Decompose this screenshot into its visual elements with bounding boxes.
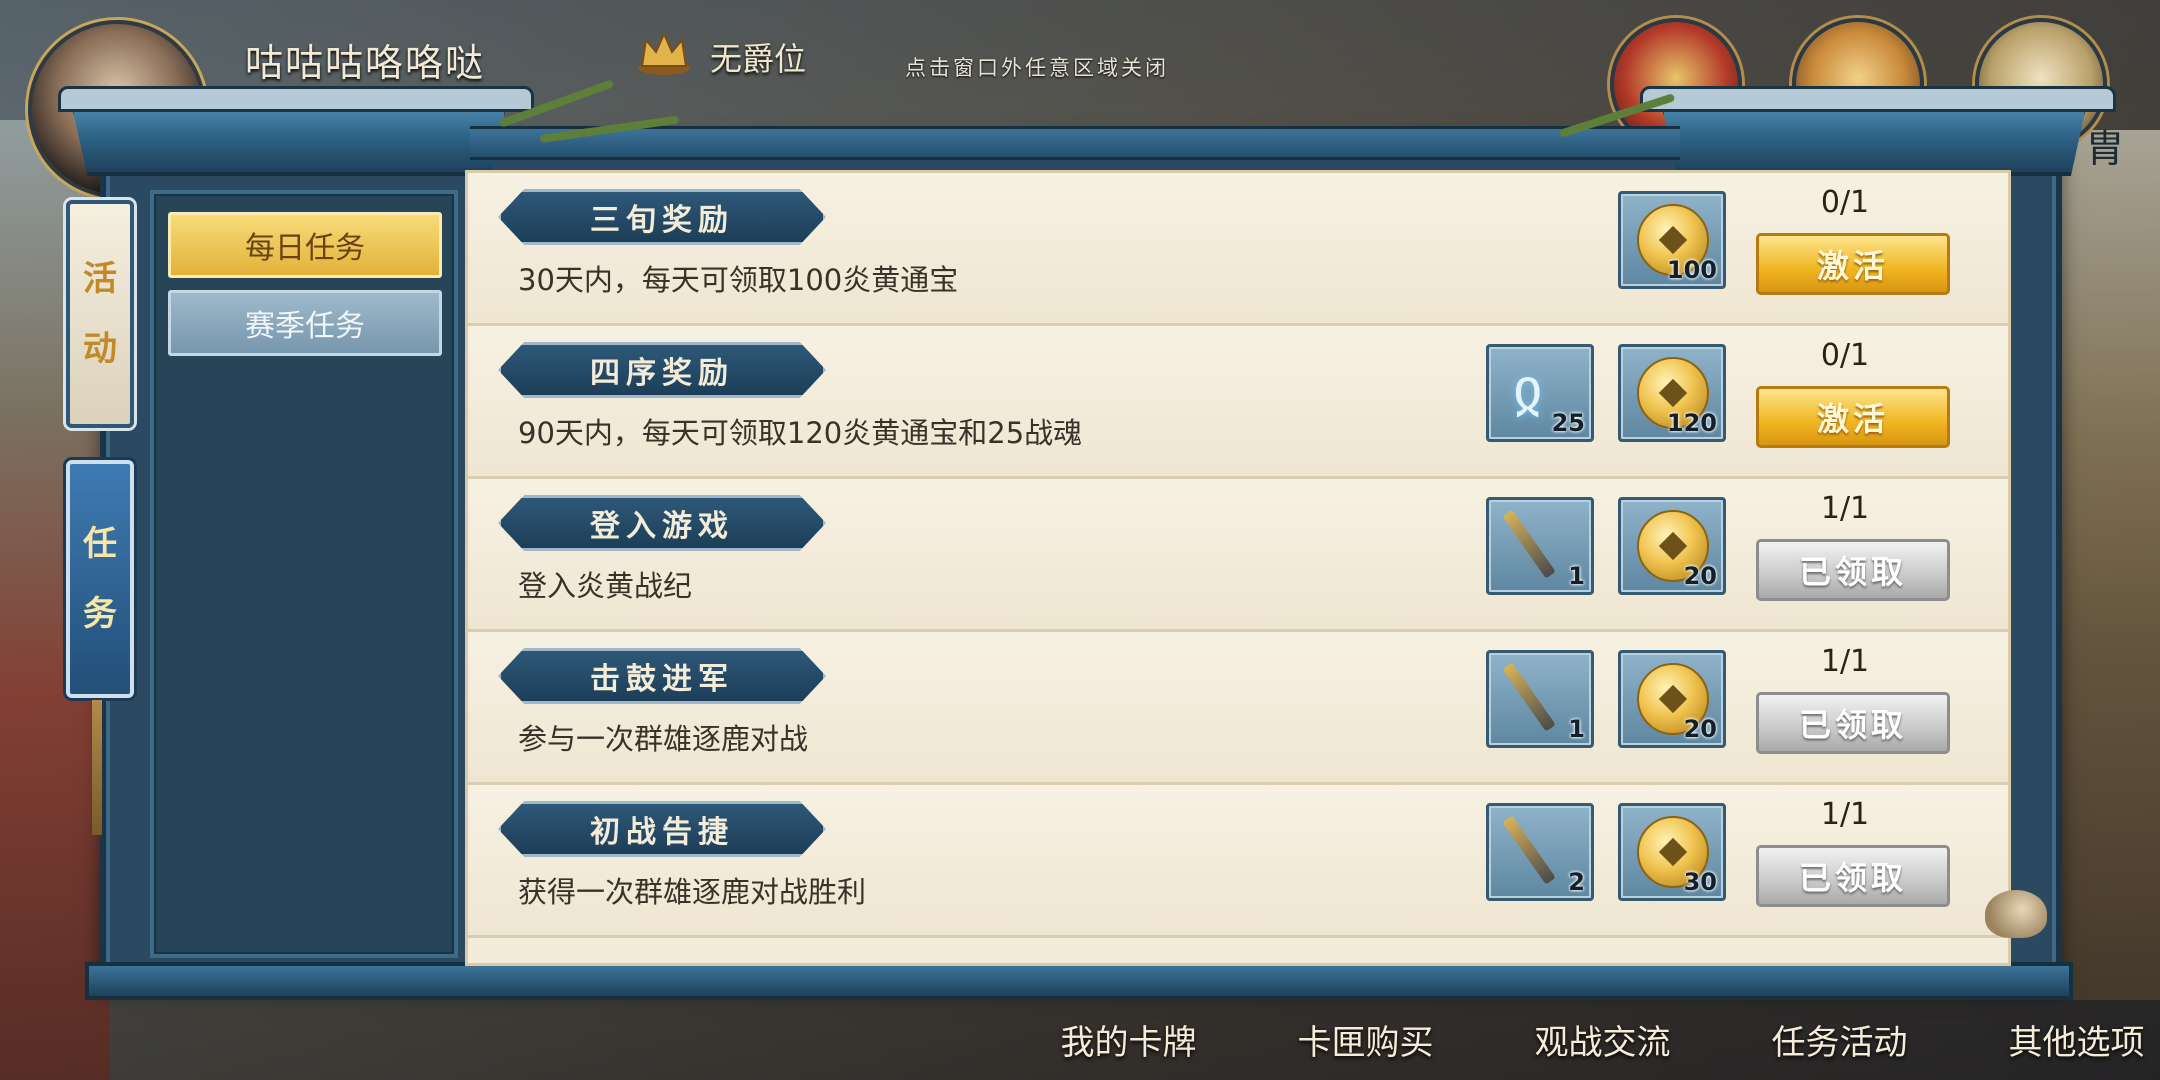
task-progress: 1/1 — [1820, 797, 1870, 832]
close-hint: 点击窗口外任意区域关闭 — [905, 56, 1169, 80]
task-description: 30天内，每天可领取100炎黄通宝 — [518, 263, 959, 297]
reward-slot[interactable]: ჲ 25 — [1486, 344, 1594, 442]
nav-buy-card-box[interactable]: 卡匣购买 — [1247, 1015, 1484, 1064]
reward-quantity: 2 — [1568, 868, 1585, 896]
reward-quantity: 1 — [1568, 562, 1585, 590]
task-description: 90天内，每天可领取120炎黄通宝和25战魂 — [518, 416, 1083, 450]
task-title: 登入游戏 — [498, 495, 826, 551]
soul-icon: ჲ — [1513, 355, 1543, 423]
reward-quantity: 20 — [1683, 562, 1717, 590]
task-title: 初战告捷 — [498, 801, 826, 857]
task-title: 四序奖励 — [498, 342, 826, 398]
tab-activity-char: 活 — [83, 259, 117, 299]
task-progress: 0/1 — [1820, 185, 1870, 220]
reward-quantity: 120 — [1666, 409, 1717, 437]
reward-slot[interactable]: 20 — [1618, 497, 1726, 595]
bottom-beam — [85, 962, 2073, 1000]
reward-slot[interactable]: 120 — [1618, 344, 1726, 442]
bottom-nav: 我的卡牌 卡匣购买 观战交流 任务活动 其他选项 — [1010, 1015, 2160, 1064]
activate-button[interactable]: 激活 — [1756, 233, 1950, 295]
eave-left — [58, 86, 534, 112]
background-right-scene — [2050, 130, 2160, 1000]
task-row: 登入游戏 登入炎黄战纪 1 20 1/1 已领取 — [468, 479, 2008, 632]
task-row: 三旬奖励 30天内，每天可领取100炎黄通宝 100 0/1 激活 — [468, 173, 2008, 326]
roof-beam — [470, 126, 1680, 160]
task-list: 三旬奖励 30天内，每天可领取100炎黄通宝 100 0/1 激活 四序奖励 9… — [465, 170, 2011, 966]
reward-slot[interactable]: 2 — [1486, 803, 1594, 901]
task-row: 四序奖励 90天内，每天可领取120炎黄通宝和25战魂 ჲ 25 120 0/1… — [468, 326, 2008, 479]
reward-slot[interactable]: 20 — [1618, 650, 1726, 748]
tab-activity[interactable]: 活 动 — [66, 200, 134, 428]
task-progress: 1/1 — [1820, 491, 1870, 526]
task-row: 击鼓进军 参与一次群雄逐鹿对战 1 20 1/1 已领取 — [468, 632, 2008, 785]
reward-quantity: 20 — [1683, 715, 1717, 743]
task-description: 获得一次群雄逐鹿对战胜利 — [518, 875, 867, 909]
tab-task-char: 务 — [83, 594, 117, 634]
reward-quantity: 1 — [1568, 715, 1585, 743]
task-progress: 0/1 — [1820, 338, 1870, 373]
reward-slot[interactable]: 100 — [1618, 191, 1726, 289]
sword-icon — [1502, 815, 1556, 885]
nav-task-activity[interactable]: 任务活动 — [1721, 1015, 1958, 1064]
nav-spectate[interactable]: 观战交流 — [1484, 1015, 1721, 1064]
nav-other-options[interactable]: 其他选项 — [1958, 1015, 2160, 1064]
rank-label: 无爵位 — [710, 40, 807, 78]
reward-slot[interactable]: 1 — [1486, 497, 1594, 595]
task-title: 三旬奖励 — [498, 189, 826, 245]
reward-quantity: 30 — [1683, 868, 1717, 896]
task-title: 击鼓进军 — [498, 648, 826, 704]
submenu-daily-tasks[interactable]: 每日任务 — [168, 212, 442, 278]
partial-label: 胄 — [2086, 127, 2125, 171]
crown-icon — [638, 31, 690, 75]
task-description: 登入炎黄战纪 — [518, 569, 693, 603]
task-progress: 1/1 — [1820, 644, 1870, 679]
reward-slot[interactable]: 1 — [1486, 650, 1594, 748]
nav-my-cards[interactable]: 我的卡牌 — [1010, 1015, 1247, 1064]
sword-icon — [1502, 509, 1556, 579]
reward-slot[interactable]: 30 — [1618, 803, 1726, 901]
tab-task-char: 任 — [83, 524, 117, 564]
reward-quantity: 100 — [1666, 256, 1717, 284]
task-description: 参与一次群雄逐鹿对战 — [518, 722, 809, 756]
eave-right — [1640, 86, 2116, 112]
claimed-button[interactable]: 已领取 — [1756, 845, 1950, 907]
sword-icon — [1502, 662, 1556, 732]
task-submenu: 每日任务 赛季任务 — [150, 190, 458, 958]
tab-activity-char: 动 — [83, 329, 117, 369]
activate-button[interactable]: 激活 — [1756, 386, 1950, 448]
task-row: 初战告捷 获得一次群雄逐鹿对战胜利 2 30 1/1 已领取 — [468, 785, 2008, 938]
claimed-button[interactable]: 已领取 — [1756, 692, 1950, 754]
bird-ornament-icon — [1985, 890, 2047, 938]
player-name: 咕咕咕咯咯哒 — [245, 41, 486, 85]
tassel-ornament — [92, 700, 102, 835]
claimed-button[interactable]: 已领取 — [1756, 539, 1950, 601]
submenu-season-tasks[interactable]: 赛季任务 — [168, 290, 442, 356]
tab-task[interactable]: 任 务 — [66, 460, 134, 698]
reward-quantity: 25 — [1551, 409, 1585, 437]
